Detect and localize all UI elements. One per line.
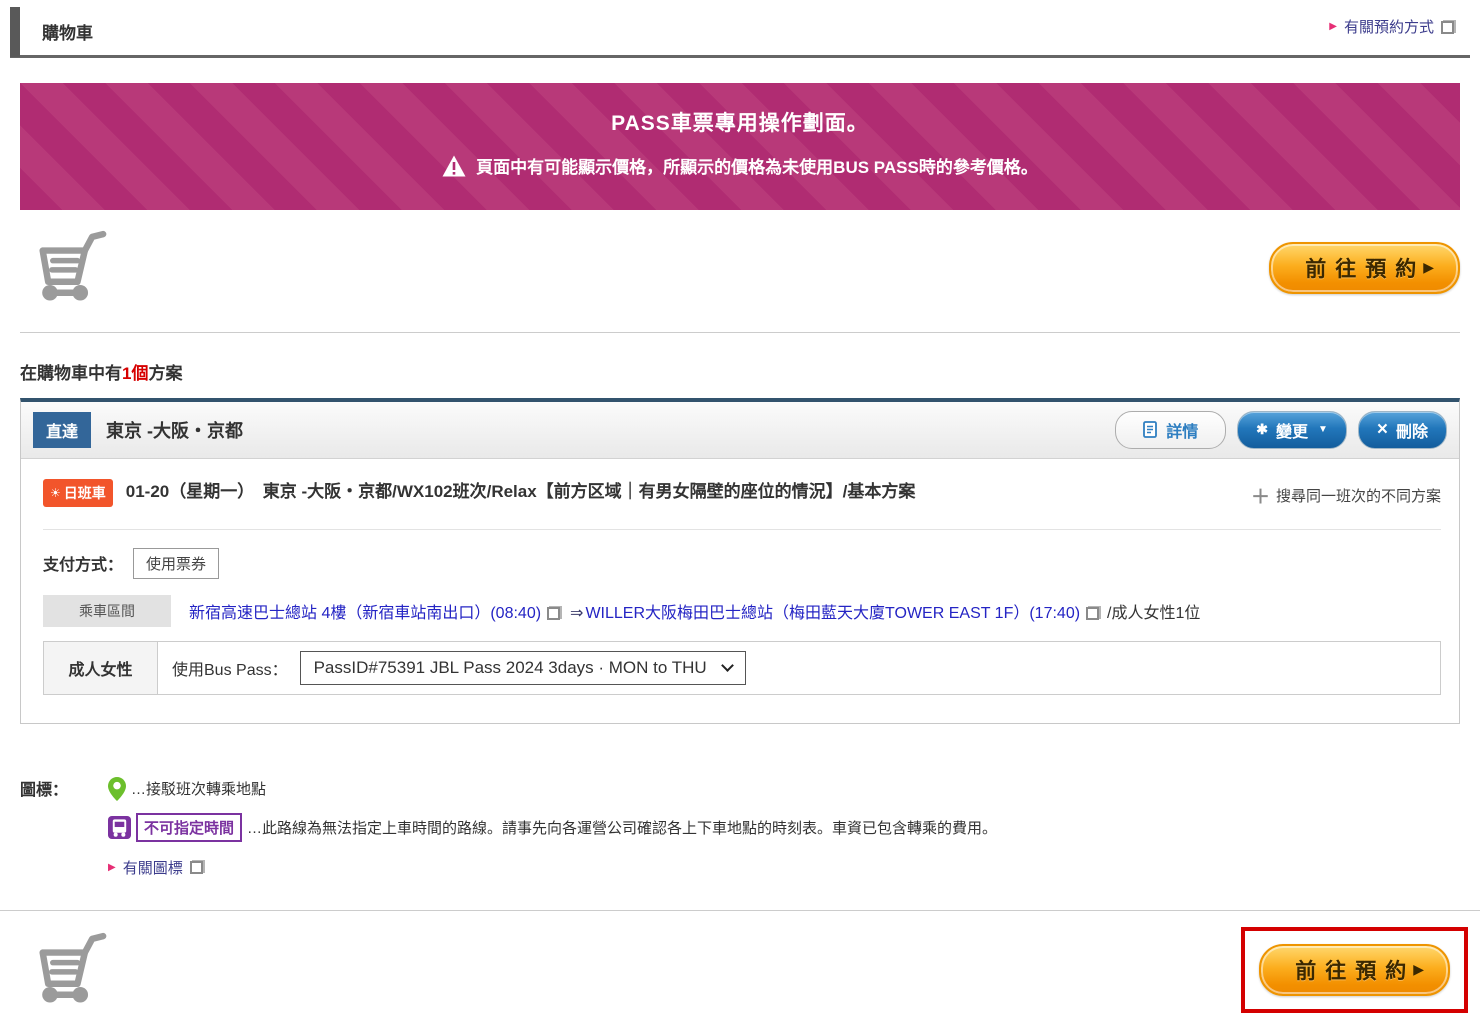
plan-actions: 詳情 ✱ 變更 ▼ × 刪除 (1115, 411, 1447, 449)
search-same-bus-label: 搜尋同一班次的不同方案 (1276, 485, 1441, 506)
summary-suffix: 方案 (148, 364, 182, 383)
close-icon: × (1377, 423, 1388, 437)
bus-icon (108, 816, 131, 839)
details-label: 詳情 (1166, 418, 1198, 442)
external-window-icon (190, 860, 205, 874)
chevron-down-icon: ▼ (1318, 424, 1328, 435)
plan-card-header: 直達 東京 -大阪・京都 詳情 ✱ 變更 ▼ × 刪除 (21, 402, 1459, 459)
warning-icon (442, 155, 466, 177)
plan-card-body: ☀ 日班車 01-20（星期一） 東京 -大阪・京都/WX102班次/Relax… (21, 459, 1459, 723)
no-time-badge: 不可指定時間 (136, 813, 242, 842)
bus-pass-row: 成人女性 使用Bus Pass： PassID#75391 JBL Pass 2… (43, 641, 1441, 695)
pass-banner-warning: 頁面中有可能顯示價格，所顯示的價格為未使用BUS PASS時的參考價格。 (442, 153, 1038, 178)
pass-banner-warning-text: 頁面中有可能顯示價格，所顯示的價格為未使用BUS PASS時的參考價格。 (476, 153, 1038, 178)
plus-icon: ＋ (1251, 482, 1270, 509)
page-header: 購物車 ▶ 有關預約方式 (10, 8, 1470, 58)
document-icon (1143, 421, 1157, 438)
title-accent-bar (10, 7, 20, 57)
cart-top-section: 前往預約 ▶ (20, 210, 1460, 333)
cart-icon (28, 228, 116, 308)
legend-items: …接駁班次轉乘地點 不可指定時間 …此路線為無法指定上車時間的路線。請事先向各運… (108, 776, 997, 878)
link-arrow-icon: ▶ (108, 862, 116, 873)
details-button[interactable]: 詳情 (1115, 411, 1226, 449)
legend-label: 圖標： (20, 776, 108, 878)
direct-badge: 直達 (33, 412, 91, 448)
bus-pass-label: 使用Bus Pass： (172, 656, 288, 680)
day-bus-badge: ☀ 日班車 (43, 479, 113, 507)
external-window-icon (1441, 20, 1456, 34)
about-icons-label: 有關圖標 (123, 857, 183, 878)
cart-summary: 在購物車中有1個方案 (20, 359, 1460, 384)
external-window-icon (1086, 606, 1101, 620)
summary-prefix: 在購物車中有 (20, 364, 122, 383)
cart-bottom-section: 前往預約 ▶ (20, 911, 1468, 1023)
change-button[interactable]: ✱ 變更 ▼ (1237, 411, 1347, 449)
plan-count: 1個 (122, 364, 148, 383)
boarding-section-row: 乘車區間 新宿高速巴士總站 4樓（新宿車站南出口）(08:40) ⇒WILLER大… (43, 595, 1441, 627)
departure-stop-link[interactable]: 新宿高速巴士總站 4樓（新宿車站南出口）(08:40) (189, 605, 541, 622)
day-bus-label: 日班車 (64, 483, 106, 503)
delete-label: 刪除 (1396, 418, 1428, 442)
implies-arrow-icon: ⇒ (570, 605, 583, 622)
plan-card: 直達 東京 -大阪・京都 詳情 ✱ 變更 ▼ × 刪除 ☀ (20, 398, 1460, 724)
reserve-arrow-icon: ▶ (1423, 259, 1434, 276)
reservation-help-label: 有關預約方式 (1344, 16, 1434, 37)
bus-pass-selected-value: PassID#75391 JBL Pass 2024 3days · MON t… (314, 658, 707, 678)
legend-item-transfer: …接駁班次轉乘地點 (108, 776, 997, 802)
passenger-type-cell: 成人女性 (44, 642, 158, 694)
reserve-button-bottom[interactable]: 前往預約 ▶ (1259, 944, 1450, 996)
link-arrow-icon: ▶ (1329, 21, 1337, 32)
reserve-button-top[interactable]: 前往預約 ▶ (1269, 242, 1460, 294)
payment-row: 支付方式： 使用票券 (43, 529, 1441, 579)
payment-label: 支付方式： (43, 551, 123, 575)
passenger-count: /成人女性1位 (1107, 605, 1200, 622)
select-chevron-icon (721, 659, 734, 672)
page-title: 購物車 (42, 19, 93, 44)
payment-method-box: 使用票券 (133, 548, 219, 579)
legend: 圖標： …接駁班次轉乘地點 不可指定時間 …此路線為無法指定上車時間的路線。請事… (20, 776, 1460, 878)
bus-pass-content: 使用Bus Pass： PassID#75391 JBL Pass 2024 3… (158, 642, 760, 694)
transfer-desc: …接駁班次轉乘地點 (131, 778, 266, 799)
legend-item-no-time: 不可指定時間 …此路線為無法指定上車時間的路線。請事先向各運營公司確認各上下車地… (108, 813, 997, 842)
sun-icon: ☀ (50, 486, 61, 500)
external-window-icon (547, 606, 562, 620)
search-same-bus-link[interactable]: ＋ 搜尋同一班次的不同方案 (1251, 482, 1441, 509)
map-pin-icon (108, 776, 126, 802)
boarding-section-badge: 乘車區間 (43, 595, 171, 627)
highlight-annotation: 前往預約 ▶ (1241, 927, 1468, 1013)
delete-button[interactable]: × 刪除 (1358, 411, 1447, 449)
reserve-button-label: 前往預約 (1295, 955, 1415, 985)
trip-row: ☀ 日班車 01-20（星期一） 東京 -大阪・京都/WX102班次/Relax… (43, 479, 1441, 509)
no-time-desc: …此路線為無法指定上車時間的路線。請事先向各運營公司確認各上下車地點的時刻表。車… (247, 817, 997, 838)
trip-title: 01-20（星期一） 東京 -大阪・京都/WX102班次/Relax【前方区域｜… (126, 479, 1251, 505)
bus-pass-select[interactable]: PassID#75391 JBL Pass 2024 3days · MON t… (300, 651, 746, 685)
reserve-button-label: 前往預約 (1305, 253, 1425, 283)
arrival-stop-link[interactable]: WILLER大阪梅田巴士總站（梅田藍天大廈TOWER EAST 1F）(17:4… (585, 605, 1080, 622)
pass-banner-title: PASS車票專用操作劃面。 (30, 107, 1450, 137)
pass-banner: PASS車票專用操作劃面。 頁面中有可能顯示價格，所顯示的價格為未使用BUS P… (20, 83, 1460, 210)
route-title: 東京 -大阪・京都 (106, 417, 243, 443)
gear-icon: ✱ (1256, 421, 1268, 438)
boarding-route: 新宿高速巴士總站 4樓（新宿車站南出口）(08:40) ⇒WILLER大阪梅田巴士… (189, 599, 1200, 623)
about-icons-link[interactable]: ▶ 有關圖標 (108, 857, 205, 878)
cart-icon (28, 930, 116, 1010)
change-label: 變更 (1276, 418, 1308, 442)
reservation-help-link[interactable]: ▶ 有關預約方式 (1329, 16, 1456, 37)
